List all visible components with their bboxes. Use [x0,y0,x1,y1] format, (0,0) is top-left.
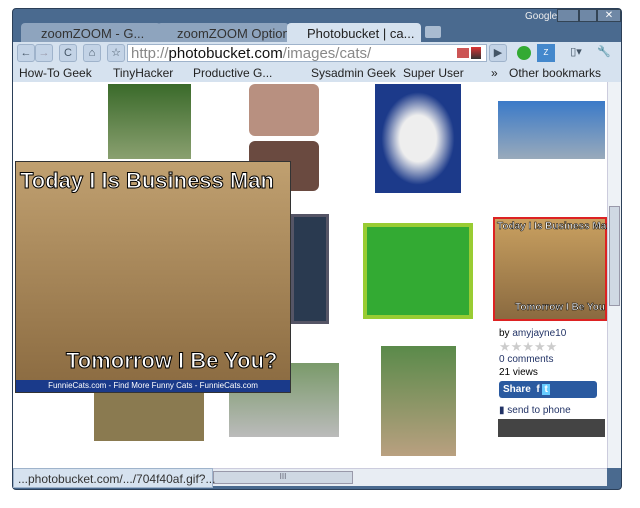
selected-thumbnail[interactable]: Today I Is Business Man Tomorrow I Be Yo… [493,217,607,321]
bookmark-howtogeek[interactable]: How-To Geek [19,66,92,80]
send-to-phone-label: send to phone [507,405,571,416]
bookmark-super-user[interactable]: Super User [403,66,464,80]
kitten-thumbnail[interactable] [375,84,461,193]
bookmark-tinyhacker[interactable]: TinyHacker [113,66,173,80]
tab-photobucket[interactable]: Photobucket | ca... [287,23,421,43]
thumb-bottom-text: Tomorrow I Be You [515,302,606,314]
tab-label: zoomZOOM Options [177,26,289,41]
twitter-icon[interactable]: t [542,384,550,395]
toolbar: ← → C ⌂ ☆ http://photobucket.com/images/… [13,42,621,64]
thumb-top-text: Today I Is Business Man [497,221,607,233]
vertical-scrollbar[interactable] [607,82,621,468]
extension-search-icon[interactable] [517,46,531,60]
address-bar[interactable]: http://photobucket.com/images/cats/ [127,44,487,62]
color-icon[interactable] [471,47,481,59]
by-label: by [499,328,510,339]
other-bookmarks[interactable]: Other bookmarks [509,66,601,80]
share-button[interactable]: Share f t [499,381,597,398]
green-frame-thumbnail[interactable] [363,223,473,319]
maximize-button[interactable] [579,9,597,22]
reload-button[interactable]: C [59,44,77,62]
framed-thumbnail[interactable] [291,214,329,324]
views-count: 21 views [499,367,538,378]
horizontal-scroll-thumb[interactable]: III [213,471,353,484]
bookmark-sysadmin-geek[interactable]: Sysadmin Geek [311,66,396,80]
tab-label: zoomZOOM - G... [41,26,145,41]
image-info: by amyjayne10 ★★★★★ 0 comments 21 views … [499,327,607,417]
new-tab-button[interactable] [425,26,441,38]
browser-window: Google ✕ zoomZOOM - G... zoomZOOM Option… [12,8,622,490]
popup-bottom-text: Tomorrow I Be You? [65,348,278,374]
popup-top-text: Today I Is Business Man [20,168,275,194]
url-domain: photobucket.com [168,45,283,62]
cat-thumbnail[interactable] [94,393,204,441]
tab-zoomzoom-google[interactable]: zoomZOOM - G... [21,23,161,43]
kittens-thumbnail[interactable] [498,101,605,159]
star-rating[interactable]: ★★★★★ [499,340,607,353]
vertical-scroll-thumb[interactable] [609,206,620,306]
photo-thumbnail[interactable] [498,419,605,437]
forward-button[interactable]: → [35,44,53,62]
photo-thumbnail[interactable] [249,84,319,136]
url-path: /images/cats/ [282,45,372,62]
cat-thumbnail[interactable] [108,84,191,159]
google-label: Google [525,11,558,22]
popup-caption: FunnieCats.com - Find More Funny Cats - … [16,380,290,392]
zoomzoom-extension-icon[interactable]: Z [537,44,555,62]
tab-label: Photobucket | ca... [307,26,415,41]
page-content: Today I Is Business Man Tomorrow I Be Yo… [13,82,607,468]
go-button[interactable]: ▶ [489,44,507,62]
horizontal-scrollbar[interactable]: III [213,468,607,486]
close-button[interactable]: ✕ [597,9,621,22]
bookmark-productive-geek[interactable]: Productive G... [193,66,272,80]
cat-thumbnail[interactable] [381,346,456,456]
bookmarks-bar: How-To Geek TinyHacker Productive G... S… [13,64,621,82]
facebook-icon[interactable]: f [534,384,539,395]
bookmarks-overflow-chevron[interactable]: » [491,66,498,80]
back-button[interactable]: ← [17,44,35,62]
minimize-button[interactable] [557,9,579,22]
page-menu-icon[interactable]: ▯▾ [567,44,585,62]
url-scheme: http:// [131,45,169,62]
comments-link[interactable]: 0 comments [499,353,607,366]
zoom-popup-image: Today I Is Business Man Tomorrow I Be Yo… [15,161,291,393]
bookmark-star-icon[interactable]: ☆ [107,44,125,62]
status-bar: ...photobucket.com/.../704f40af.gif?... [13,468,215,488]
author-link[interactable]: amyjayne10 [512,328,566,339]
flag-icon[interactable] [457,48,469,58]
send-to-phone-link[interactable]: ▮ send to phone [499,404,607,417]
share-label: Share [503,384,531,395]
tab-zoomzoom-options[interactable]: zoomZOOM Options [157,23,289,43]
wrench-menu-icon[interactable]: 🔧 [595,44,613,62]
home-button[interactable]: ⌂ [83,44,101,62]
